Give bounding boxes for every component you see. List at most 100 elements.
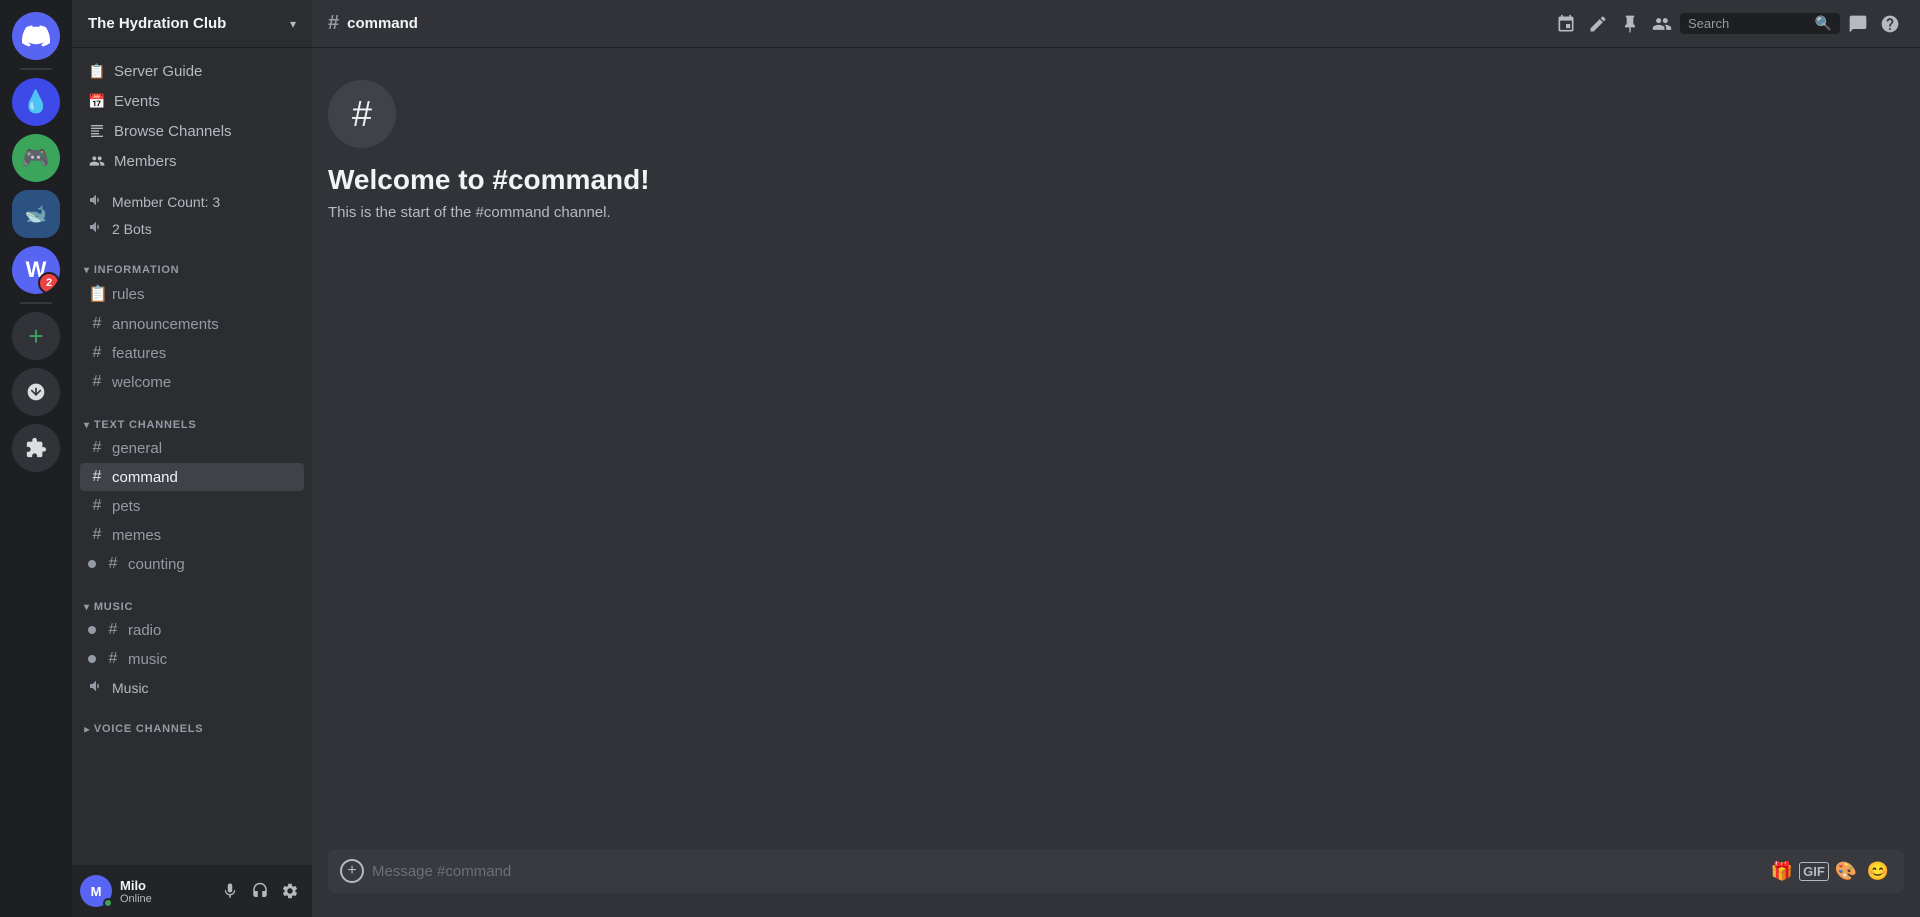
message-input-box: + 🎁 GIF 🎨 😊 [328, 849, 1904, 893]
hash-icon: # [88, 439, 106, 457]
server-header[interactable]: The Hydration Club ▾ [72, 0, 312, 48]
server-avatar-3[interactable]: 🐋 [12, 190, 60, 238]
sidebar-item-label: Browse Channels [114, 123, 232, 140]
channel-name: announcements [112, 316, 296, 333]
sidebar-item-label: Members [114, 153, 177, 170]
channel-name: welcome [112, 374, 296, 391]
search-bar[interactable]: 🔍 [1680, 13, 1840, 34]
channel-name: rules [112, 286, 296, 303]
pin-button[interactable] [1616, 10, 1644, 38]
channel-command[interactable]: # command [80, 463, 304, 491]
category-header-music[interactable]: ▾ MUSIC [80, 599, 304, 615]
channel-general[interactable]: # general [80, 434, 304, 462]
inbox-button[interactable] [1844, 10, 1872, 38]
category-header-text-channels[interactable]: ▾ TEXT CHANNELS [80, 417, 304, 433]
rules-icon: 📋 [88, 284, 106, 304]
members-icon [88, 152, 106, 170]
category-text-channels: ▾ TEXT CHANNELS # general # command # pe… [72, 401, 312, 583]
settings-button[interactable] [276, 877, 304, 905]
channel-name: memes [112, 527, 296, 544]
chat-messages: # Welcome to #command! This is the start… [312, 48, 1920, 849]
members-panel-button[interactable] [1648, 10, 1676, 38]
music-voice-name: Music [112, 680, 149, 696]
sidebar-nav-section: 📋 Server Guide 📅 Events Browse Channels … [72, 48, 312, 180]
message-input[interactable] [372, 853, 1768, 890]
bots-label: 2 Bots [112, 221, 152, 237]
sidebar-bots[interactable]: 2 Bots [80, 215, 304, 242]
channel-bullet [88, 560, 96, 568]
threads-button[interactable] [1552, 10, 1580, 38]
message-input-area: + 🎁 GIF 🎨 😊 [312, 849, 1920, 917]
discover-button[interactable] [12, 424, 60, 472]
browse-channels-icon [88, 122, 106, 140]
channel-announcements[interactable]: # announcements [80, 310, 304, 338]
edit-button[interactable] [1584, 10, 1612, 38]
category-label: MUSIC [94, 601, 133, 613]
mute-button[interactable] [216, 877, 244, 905]
channel-music[interactable]: # music [80, 645, 304, 673]
welcome-section: # Welcome to #command! This is the start… [312, 64, 1920, 241]
headset-button[interactable] [246, 877, 274, 905]
hash-icon: # [104, 621, 122, 639]
search-input[interactable] [1688, 16, 1809, 31]
channel-memes[interactable]: # memes [80, 521, 304, 549]
emoji-button[interactable]: 😊 [1864, 857, 1892, 885]
channel-features[interactable]: # features [80, 339, 304, 367]
welcome-hash-icon: # [352, 93, 372, 135]
sticker-button[interactable]: 🎨 [1832, 857, 1860, 885]
channel-rules[interactable]: 📋 rules [80, 279, 304, 309]
icon-bar-divider-2 [20, 302, 52, 304]
channel-radio[interactable]: # radio [80, 616, 304, 644]
category-header-voice-channels[interactable]: ▾ VOICE CHANNELS [80, 721, 304, 737]
channel-bullet [88, 626, 96, 634]
channel-name: command [112, 469, 296, 486]
icon-bar: 💧 🎮 🐋 W + [0, 0, 72, 917]
category-chevron-icon: ▾ [84, 602, 90, 613]
add-server-button[interactable]: + [12, 312, 60, 360]
icon-bar-divider-1 [20, 68, 52, 70]
hash-icon: # [88, 497, 106, 515]
channel-pets[interactable]: # pets [80, 492, 304, 520]
channel-title-name: command [347, 15, 418, 32]
server-name: The Hydration Club [88, 15, 226, 32]
server-avatar-2[interactable]: 🎮 [12, 134, 60, 182]
main-content: # command [312, 0, 1920, 917]
user-avatar-text: M [91, 884, 102, 899]
user-name: Milo [120, 878, 208, 893]
sidebar-item-members[interactable]: Members [80, 146, 304, 176]
sidebar-member-count[interactable]: Member Count: 3 [80, 188, 304, 215]
channel-bullet [88, 655, 96, 663]
gift-button[interactable]: 🎁 [1768, 857, 1796, 885]
discord-home-button[interactable] [12, 12, 60, 60]
channel-name: counting [128, 556, 296, 573]
channel-name: features [112, 345, 296, 362]
server-avatar-1[interactable]: 💧 [12, 78, 60, 126]
sidebar-item-events[interactable]: 📅 Events [80, 86, 304, 116]
channel-music-voice[interactable]: Music [80, 674, 304, 701]
server-avatar-4[interactable]: W [12, 246, 60, 294]
category-label: INFORMATION [94, 264, 180, 276]
hash-icon: # [88, 373, 106, 391]
message-add-button[interactable]: + [340, 859, 364, 883]
channel-name: music [128, 651, 296, 668]
user-status-indicator [103, 898, 113, 908]
category-information: ▾ INFORMATION 📋 rules # announcements # … [72, 246, 312, 401]
category-header-information[interactable]: ▾ INFORMATION [80, 262, 304, 278]
server-chevron-icon: ▾ [290, 17, 296, 31]
gif-button[interactable]: GIF [1800, 857, 1828, 885]
sidebar-item-server-guide[interactable]: 📋 Server Guide [80, 56, 304, 86]
hash-icon: # [88, 344, 106, 362]
sidebar-item-browse-channels[interactable]: Browse Channels [80, 116, 304, 146]
category-music: ▾ MUSIC # radio # music Music [72, 583, 312, 705]
help-button[interactable] [1876, 10, 1904, 38]
channel-welcome[interactable]: # welcome [80, 368, 304, 396]
member-count-icon [88, 192, 104, 211]
channel-counting[interactable]: # counting [80, 550, 304, 578]
category-chevron-icon: ▾ [84, 420, 90, 431]
hash-icon: # [88, 526, 106, 544]
member-count-label: Member Count: 3 [112, 194, 220, 210]
download-button[interactable] [12, 368, 60, 416]
channel-name: radio [128, 622, 296, 639]
message-input-actions: 🎁 GIF 🎨 😊 [1768, 857, 1892, 885]
user-actions [216, 877, 304, 905]
